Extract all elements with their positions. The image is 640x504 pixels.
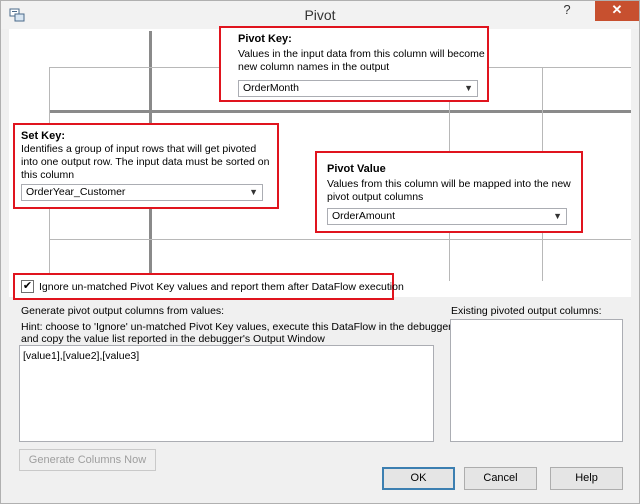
existing-columns-heading: Existing pivoted output columns: [451,305,602,317]
pivot-value-description-2: pivot output columns [327,191,424,203]
grid-line-horizontal [49,110,631,113]
pivot-key-panel: Pivot Key: Values in the input data from… [219,26,489,102]
checkmark-icon: ✔ [22,280,33,292]
pivot-key-selected: OrderMonth [243,82,300,94]
pivot-key-description-1: Values in the input data from this colum… [238,48,485,60]
close-button[interactable]: ✕ [595,1,639,21]
chevron-down-icon: ▼ [249,187,258,197]
ignore-unmatched-label[interactable]: Ignore un-matched Pivot Key values and r… [39,281,404,293]
chevron-down-icon: ▼ [464,83,473,93]
chevron-down-icon: ▼ [553,211,562,221]
generate-columns-button[interactable]: Generate Columns Now [19,449,156,471]
pivot-key-title: Pivot Key: [238,33,292,45]
set-key-selected: OrderYear_Customer [26,186,126,198]
generate-hint-2: and copy the value list reported in the … [21,333,325,345]
pivot-values-text: [value1],[value2],[value3] [23,350,140,362]
pivot-value-title: Pivot Value [327,163,386,175]
pivot-dialog: Pivot ? ✕ Pivot Key: Values in the input… [0,0,640,504]
grid-line-horizontal [49,239,631,240]
generate-heading: Generate pivot output columns from value… [21,305,225,317]
set-key-description-2: into one output row. The input data must… [21,156,270,168]
set-key-panel: Set Key: Identifies a group of input row… [13,123,279,209]
pivot-values-textarea[interactable]: [value1],[value2],[value3] [19,345,434,442]
generate-hint-1: Hint: choose to 'Ignore' un-matched Pivo… [21,321,452,333]
existing-columns-list[interactable] [450,319,623,442]
ignore-unmatched-checkbox[interactable]: ✔ [21,280,34,293]
pivot-value-description-1: Values from this column will be mapped i… [327,178,571,190]
pivot-value-panel: Pivot Value Values from this column will… [315,151,583,233]
pivot-key-dropdown[interactable]: OrderMonth ▼ [238,80,478,97]
window-title: Pivot [304,7,336,23]
set-key-title: Set Key: [21,130,66,142]
ok-button[interactable]: OK [382,467,455,490]
set-key-description-1: Identifies a group of input rows that wi… [21,143,257,155]
pivot-key-description-2: new column names in the output [238,61,390,73]
help-button[interactable]: Help [550,467,623,490]
set-key-description-3: this column [21,169,75,181]
cancel-button[interactable]: Cancel [464,467,537,490]
set-key-dropdown[interactable]: OrderYear_Customer ▼ [21,184,263,201]
pivot-value-dropdown[interactable]: OrderAmount ▼ [327,208,567,225]
pivot-value-selected: OrderAmount [332,210,396,222]
title-bar: Pivot ? ✕ [1,1,639,29]
help-title-button[interactable]: ? [553,1,581,21]
